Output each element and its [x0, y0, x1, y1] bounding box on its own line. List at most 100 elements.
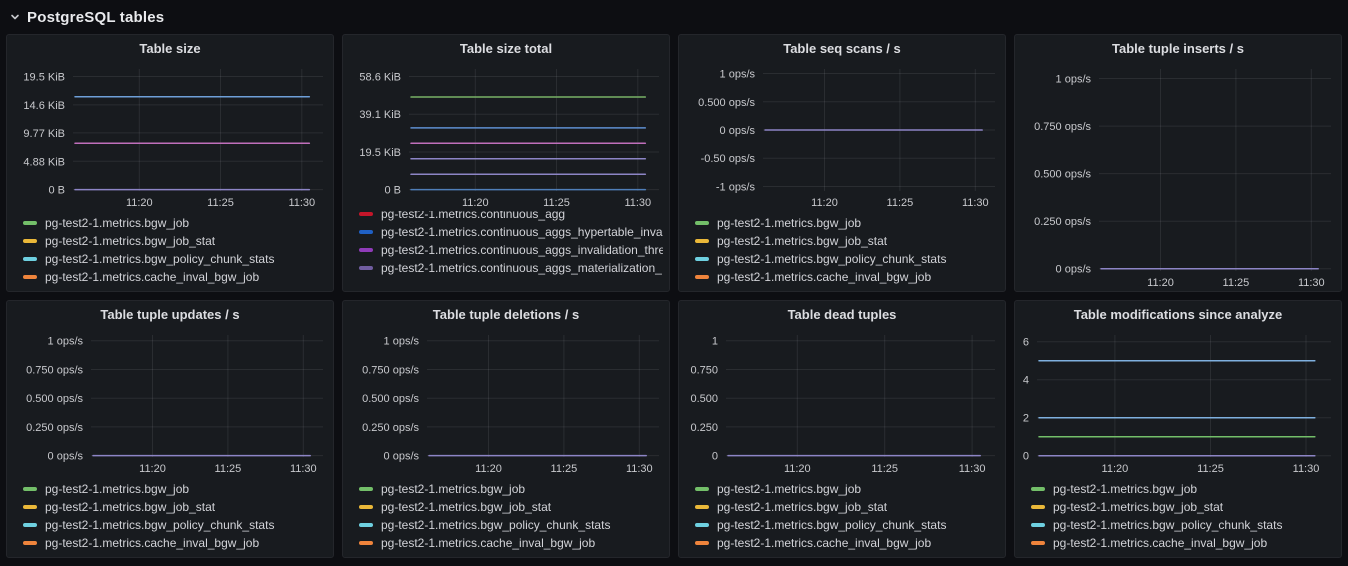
panel-title[interactable]: Table size [7, 35, 333, 63]
chart-table-tuple-deletions-s[interactable]: 1 ops/s0.750 ops/s0.500 ops/s0.250 ops/s… [343, 329, 669, 477]
chart-table-tuple-inserts-s[interactable]: 1 ops/s0.750 ops/s0.500 ops/s0.250 ops/s… [1015, 63, 1341, 291]
legend-item[interactable]: pg-test2-1.metrics.cache_inval_bgw_job [695, 534, 999, 552]
svg-text:11:25: 11:25 [551, 463, 578, 475]
legend-item[interactable]: pg-test2-1.metrics.cache_inval_bgw_job [359, 534, 663, 552]
legend-item[interactable]: pg-test2-1.metrics.bgw_job [23, 214, 327, 232]
panel-table-size: Table size19.5 KiB14.6 KiB9.77 KiB4.88 K… [6, 34, 334, 292]
svg-text:0 ops/s: 0 ops/s [1056, 264, 1092, 276]
legend: pg-test2-1.metrics.bgw_jobpg-test2-1.met… [679, 211, 1005, 291]
svg-text:11:30: 11:30 [624, 197, 651, 209]
legend-label: pg-test2-1.metrics.continuous_agg [381, 211, 565, 221]
legend-item[interactable]: pg-test2-1.metrics.continuous_aggs_mater… [359, 259, 663, 277]
legend-swatch-icon [1031, 487, 1045, 491]
chart-table-size-total[interactable]: 58.6 KiB39.1 KiB19.5 KiB0 B11:2011:2511:… [343, 63, 669, 211]
svg-text:0: 0 [712, 451, 718, 463]
panel-table-size-total: Table size total58.6 KiB39.1 KiB19.5 KiB… [342, 34, 670, 292]
legend-label: pg-test2-1.metrics.bgw_job_stat [45, 500, 215, 514]
legend-label: pg-test2-1.metrics.cache_inval_bgw_job [717, 270, 931, 284]
svg-text:1 ops/s: 1 ops/s [1056, 74, 1092, 86]
section-header[interactable]: PostgreSQL tables [0, 0, 1348, 34]
svg-text:11:25: 11:25 [1197, 463, 1224, 475]
svg-text:1 ops/s: 1 ops/s [48, 336, 84, 348]
svg-text:0.750 ops/s: 0.750 ops/s [26, 365, 83, 377]
panel-title[interactable]: Table seq scans / s [679, 35, 1005, 63]
legend-item[interactable]: pg-test2-1.metrics.bgw_policy_chunk_stat… [23, 250, 327, 268]
legend-label: pg-test2-1.metrics.continuous_aggs_hyper… [381, 225, 663, 239]
svg-text:-1 ops/s: -1 ops/s [716, 182, 756, 194]
legend-label: pg-test2-1.metrics.bgw_policy_chunk_stat… [1053, 518, 1282, 532]
legend-swatch-icon [695, 221, 709, 225]
legend-item[interactable]: pg-test2-1.metrics.bgw_job [23, 480, 327, 498]
chart-table-modifications-since-analyze[interactable]: 642011:2011:2511:30 [1015, 329, 1341, 477]
legend-label: pg-test2-1.metrics.continuous_aggs_inval… [381, 243, 663, 257]
legend-item[interactable]: pg-test2-1.metrics.bgw_policy_chunk_stat… [695, 250, 999, 268]
legend-item[interactable]: pg-test2-1.metrics.cache_inval_bgw_job [695, 268, 999, 286]
panel-title[interactable]: Table tuple inserts / s [1015, 35, 1341, 63]
panel-table-seq-scans-s: Table seq scans / s1 ops/s0.500 ops/s0 o… [678, 34, 1006, 292]
panel-title[interactable]: Table tuple updates / s [7, 301, 333, 329]
legend-label: pg-test2-1.metrics.bgw_job [45, 482, 189, 496]
svg-text:0.500 ops/s: 0.500 ops/s [26, 393, 83, 405]
legend-swatch-icon [359, 248, 373, 252]
svg-text:1 ops/s: 1 ops/s [720, 69, 756, 81]
legend-label: pg-test2-1.metrics.bgw_policy_chunk_stat… [381, 518, 610, 532]
svg-text:11:20: 11:20 [462, 197, 489, 209]
legend-item[interactable]: pg-test2-1.metrics.bgw_job_stat [359, 498, 663, 516]
legend-item[interactable]: pg-test2-1.metrics.bgw_job_stat [695, 498, 999, 516]
legend-item[interactable]: pg-test2-1.metrics.bgw_job [359, 480, 663, 498]
legend-item[interactable]: pg-test2-1.metrics.bgw_policy_chunk_stat… [695, 516, 999, 534]
legend-item[interactable]: pg-test2-1.metrics.continuous_aggs_inval… [359, 241, 663, 259]
svg-text:11:30: 11:30 [959, 463, 986, 475]
legend-swatch-icon [359, 487, 373, 491]
legend-swatch-icon [1031, 523, 1045, 527]
legend-label: pg-test2-1.metrics.bgw_job_stat [45, 234, 215, 248]
chart-table-dead-tuples[interactable]: 10.7500.5000.250011:2011:2511:30 [679, 329, 1005, 477]
legend-item[interactable]: pg-test2-1.metrics.bgw_policy_chunk_stat… [23, 516, 327, 534]
legend-item[interactable]: pg-test2-1.metrics.cache_inval_bgw_job [23, 534, 327, 552]
legend-item[interactable]: pg-test2-1.metrics.cache_inval_bgw_job [1031, 534, 1335, 552]
svg-text:1: 1 [712, 336, 718, 348]
legend-swatch-icon [695, 505, 709, 509]
chart-table-seq-scans-s[interactable]: 1 ops/s0.500 ops/s0 ops/s-0.50 ops/s-1 o… [679, 63, 1005, 211]
legend-item[interactable]: pg-test2-1.metrics.bgw_job [695, 480, 999, 498]
chart-table-tuple-updates-s[interactable]: 1 ops/s 0.750 ops/s 0.500 ops/s 0.250 ops/s… [7, 329, 333, 477]
legend-swatch-icon [695, 523, 709, 527]
legend-item[interactable]: pg-test2-1.metrics.bgw_job [1031, 480, 1335, 498]
legend-swatch-icon [359, 212, 373, 216]
svg-text:6: 6 [1023, 337, 1029, 349]
chart-table-size[interactable]: 19.5 KiB14.6 KiB9.77 KiB4.88 KiB0 B11:20… [7, 63, 333, 211]
legend-item[interactable]: pg-test2-1.metrics.bgw_policy_chunk_stat… [359, 516, 663, 534]
legend-item[interactable]: pg-test2-1.metrics.bgw_job_stat [1031, 498, 1335, 516]
section-title: PostgreSQL tables [27, 9, 164, 26]
svg-text:4: 4 [1023, 375, 1029, 387]
legend-label: pg-test2-1.metrics.cache_inval_bgw_job [1053, 536, 1267, 550]
panel-title[interactable]: Table dead tuples [679, 301, 1005, 329]
legend-swatch-icon [359, 541, 373, 545]
panels-grid: Table size19.5 KiB14.6 KiB9.77 KiB4.88 K… [0, 34, 1348, 562]
legend-item[interactable]: pg-test2-1.metrics.bgw_job_stat [695, 232, 999, 250]
svg-text:11:20: 11:20 [475, 463, 502, 475]
svg-text:4.88 KiB: 4.88 KiB [23, 156, 65, 168]
svg-text:11:20: 11:20 [811, 197, 838, 209]
legend-swatch-icon [23, 275, 37, 279]
legend-item[interactable]: pg-test2-1.metrics.continuous_aggs_hyper… [359, 223, 663, 241]
legend-label: pg-test2-1.metrics.bgw_job [717, 482, 861, 496]
svg-text:11:25: 11:25 [207, 197, 234, 209]
legend-item[interactable]: pg-test2-1.metrics.cache_inval_bgw_job [23, 268, 327, 286]
svg-text:0 ops/s: 0 ops/s [720, 125, 756, 137]
legend-item[interactable]: pg-test2-1.metrics.bgw_job_stat [23, 232, 327, 250]
svg-text:0.500 ops/s: 0.500 ops/s [362, 393, 419, 405]
legend-item[interactable]: pg-test2-1.metrics.bgw_job_stat [23, 498, 327, 516]
legend-label: pg-test2-1.metrics.bgw_job [45, 216, 189, 230]
svg-text:0.250 ops/s: 0.250 ops/s [26, 422, 83, 434]
panel-title[interactable]: Table modifications since analyze [1015, 301, 1341, 329]
legend-swatch-icon [695, 487, 709, 491]
legend-item[interactable]: pg-test2-1.metrics.bgw_policy_chunk_stat… [1031, 516, 1335, 534]
panel-title[interactable]: Table size total [343, 35, 669, 63]
legend-item[interactable]: pg-test2-1.metrics.continuous_agg [359, 211, 663, 223]
legend-item[interactable]: pg-test2-1.metrics.bgw_job [695, 214, 999, 232]
legend-swatch-icon [23, 541, 37, 545]
svg-text:11:25: 11:25 [887, 197, 914, 209]
panel-title[interactable]: Table tuple deletions / s [343, 301, 669, 329]
legend-swatch-icon [695, 239, 709, 243]
